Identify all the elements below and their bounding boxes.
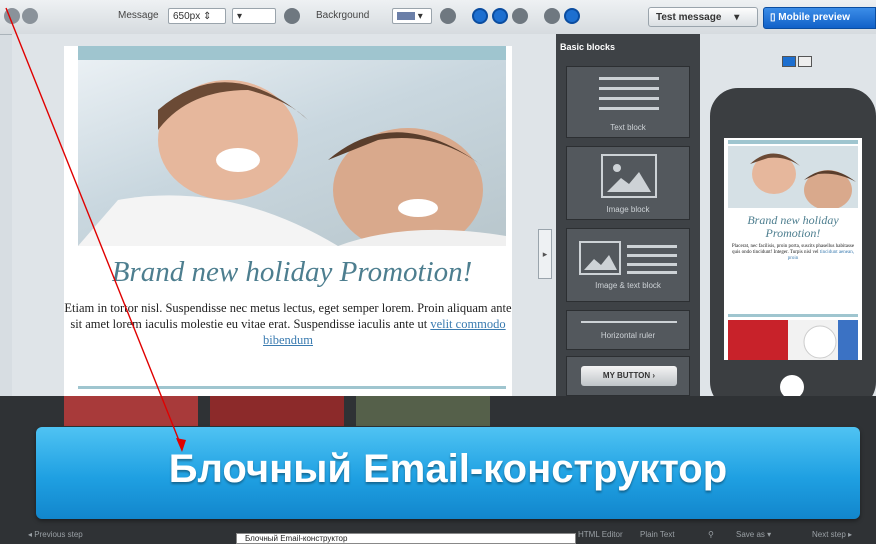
annotation-arrow [5, 7, 186, 452]
